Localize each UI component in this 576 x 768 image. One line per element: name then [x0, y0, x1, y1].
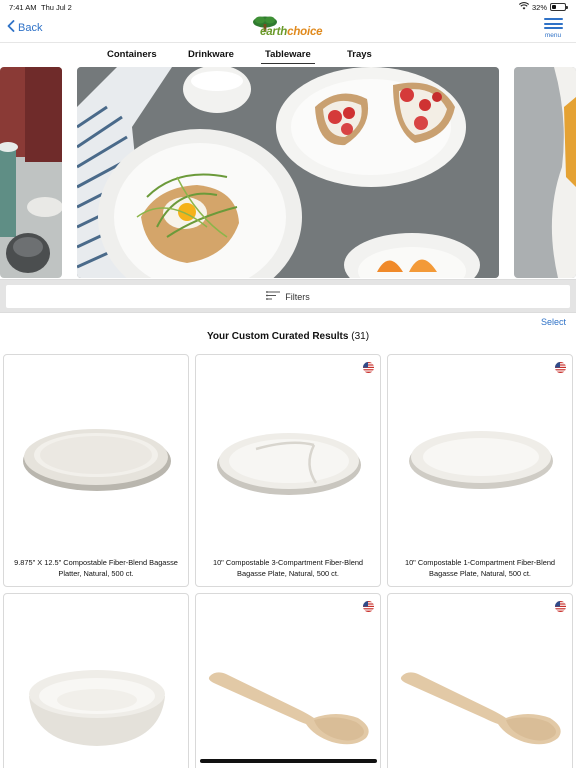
product-image-spoon: [196, 614, 380, 768]
filters-label: Filters: [285, 291, 310, 302]
carousel-slide-next[interactable]: [514, 67, 576, 278]
status-date: Thu Jul 2: [41, 3, 72, 12]
product-image-spoon: [388, 614, 572, 768]
earthchoice-logo: earthchoice: [252, 16, 324, 40]
product-name: 10" Compostable 1-Compartment Fiber-Blen…: [404, 558, 556, 578]
filter-lines-icon: [266, 291, 281, 302]
filters-bar: Filters: [0, 279, 576, 313]
tab-tableware[interactable]: Tableware: [261, 49, 315, 64]
product-card[interactable]: [387, 593, 573, 768]
back-button[interactable]: Back: [7, 20, 42, 35]
product-name: 9.875" X 12.5" Compostable Fiber-Blend B…: [14, 558, 178, 578]
carousel-slide-previous[interactable]: [0, 67, 62, 278]
battery-percent: 32%: [531, 2, 547, 12]
product-image-bowl: [4, 614, 188, 768]
product-card[interactable]: 10" Compostable 1-Compartment Fiber-Blen…: [387, 354, 573, 587]
hamburger-icon: [543, 18, 563, 20]
tab-containers[interactable]: Containers: [107, 49, 157, 60]
product-card[interactable]: 10" Compostable 3-Compartment Fiber-Blen…: [195, 354, 381, 587]
status-bar: 7:41 AM Thu Jul 2 32%: [0, 0, 576, 14]
results-title-text: Your Custom Curated Results: [206, 331, 349, 342]
product-card[interactable]: 9.875" X 12.5" Compostable Fiber-Blend B…: [3, 354, 189, 587]
menu-label: menu: [544, 31, 562, 39]
home-indicator: [200, 759, 377, 763]
logo-wordmark: earthchoice: [260, 26, 323, 38]
product-image-oval-platter: [4, 375, 188, 535]
menu-button[interactable]: menu: [542, 18, 564, 39]
product-image-round-plate: [388, 375, 572, 535]
navigation-bar: Back earthchoice menu: [0, 14, 576, 42]
product-name: 10" Compostable 3-Compartment Fiber-Blen…: [212, 558, 364, 578]
results-title: Your Custom Curated Results (31): [0, 331, 576, 342]
product-card[interactable]: [195, 593, 381, 768]
chevron-left-icon: [7, 20, 15, 35]
status-right: 32%: [518, 2, 568, 12]
category-tabs: Containers Drinkware Tableware Trays: [0, 42, 576, 66]
filters-button[interactable]: Filters: [6, 285, 570, 308]
product-image-compartment-plate: [196, 375, 380, 535]
tab-drinkware[interactable]: Drinkware: [188, 49, 234, 60]
select-button[interactable]: Select: [541, 317, 566, 327]
battery-icon: [550, 3, 568, 11]
product-card[interactable]: [3, 593, 189, 768]
tab-trays[interactable]: Trays: [347, 49, 372, 60]
wifi-icon: [518, 2, 530, 12]
status-time: 7:41 AM: [9, 3, 37, 12]
back-label: Back: [18, 21, 43, 34]
image-carousel[interactable]: [0, 66, 576, 279]
results-count: (31): [351, 331, 370, 342]
carousel-slide-current[interactable]: [77, 67, 499, 278]
